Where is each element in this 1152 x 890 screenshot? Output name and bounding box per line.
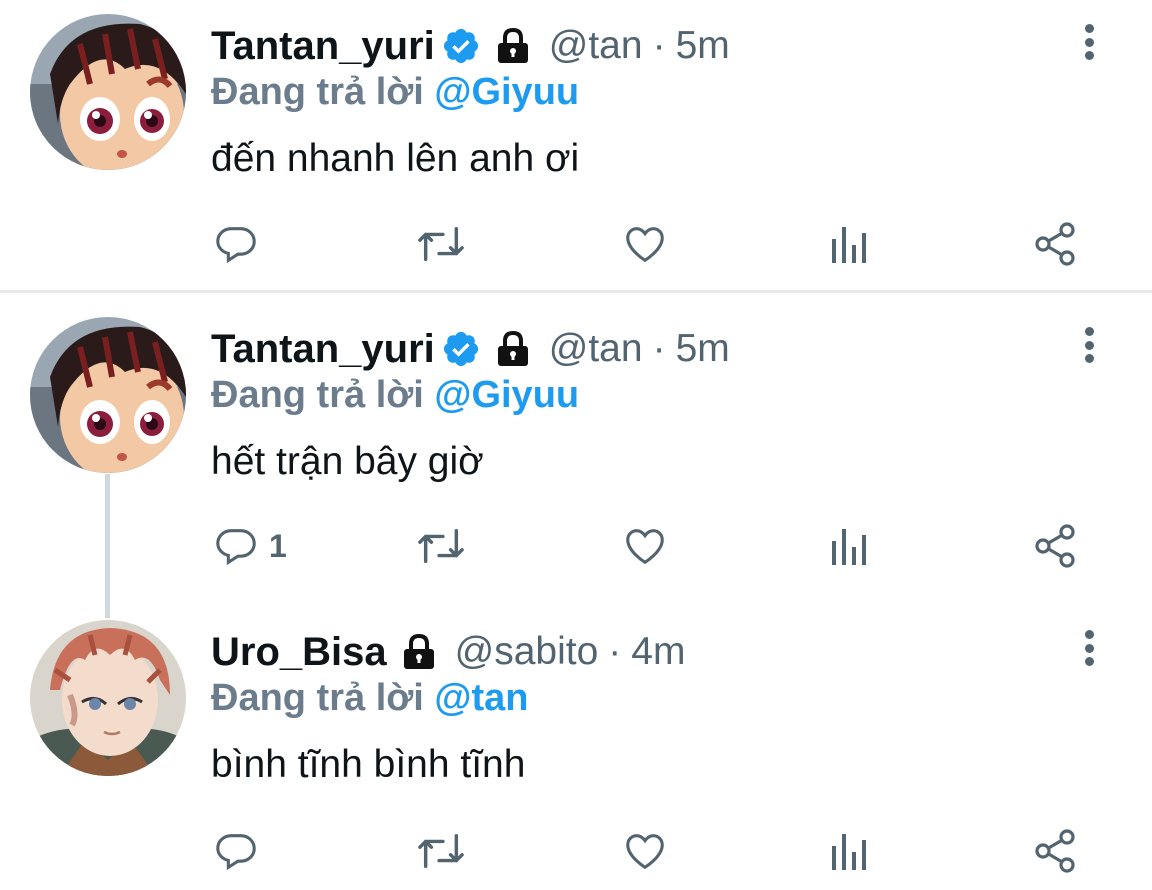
avatar[interactable] (30, 620, 186, 776)
action-bar (0, 216, 1152, 272)
views-button[interactable] (830, 518, 870, 574)
separator: · (652, 24, 666, 67)
handle: @sabito (454, 630, 599, 673)
reply-count: 1 (269, 527, 287, 564)
share-button[interactable] (1031, 216, 1079, 272)
action-bar (0, 823, 1152, 879)
more-options-icon[interactable] (1072, 20, 1106, 64)
avatar[interactable] (30, 317, 186, 473)
like-button[interactable] (622, 518, 668, 574)
like-button[interactable] (622, 823, 668, 879)
tweet-2[interactable]: Tantan_yuri @tan · 5m Đang trả lời @Giyu… (0, 303, 1152, 603)
reply-icon (213, 523, 259, 569)
retweet-icon (416, 828, 466, 874)
verified-badge-icon (441, 26, 481, 66)
separator: · (652, 327, 666, 370)
timestamp[interactable]: 5m (676, 24, 730, 68)
retweet-button[interactable] (416, 518, 466, 574)
separator: · (608, 630, 622, 673)
action-bar: 1 (0, 518, 1152, 574)
lock-icon (493, 329, 533, 369)
tweet-text: hết trận bây giờ (211, 440, 484, 483)
share-button[interactable] (1031, 823, 1079, 879)
replying-mention[interactable]: @Giyuu (434, 374, 579, 416)
display-name[interactable]: Tantan_yuri (211, 24, 435, 69)
tweet-text: đến nhanh lên anh ơi (211, 137, 580, 180)
views-icon (830, 828, 870, 874)
replying-to: Đang trả lời @tan (211, 677, 528, 720)
replying-mention[interactable]: @Giyuu (434, 71, 579, 113)
handle: @tan (548, 327, 643, 370)
views-button[interactable] (830, 216, 870, 272)
tweet-header: Tantan_yuri @tan · 5m (211, 22, 730, 70)
replying-prefix: Đang trả lời (211, 71, 424, 113)
views-icon (830, 523, 870, 569)
like-icon (622, 828, 668, 874)
more-options-icon[interactable] (1072, 626, 1106, 670)
avatar[interactable] (30, 14, 186, 170)
share-button[interactable] (1031, 518, 1079, 574)
replying-to: Đang trả lời @Giyuu (211, 374, 579, 417)
handle: @tan (548, 24, 643, 67)
lock-icon (493, 26, 533, 66)
more-options-icon[interactable] (1072, 323, 1106, 367)
like-icon (622, 523, 668, 569)
lock-icon (399, 632, 439, 672)
tweet-header: Uro_Bisa @sabito · 4m (211, 628, 685, 676)
divider (0, 290, 1152, 293)
display-name[interactable]: Tantan_yuri (211, 327, 435, 372)
share-icon (1031, 522, 1079, 570)
retweet-button[interactable] (416, 216, 466, 272)
share-icon (1031, 220, 1079, 268)
like-button[interactable] (622, 216, 668, 272)
views-icon (830, 221, 870, 267)
retweet-icon (416, 221, 466, 267)
timestamp[interactable]: 4m (631, 630, 685, 674)
share-icon (1031, 827, 1079, 875)
display-name[interactable]: Uro_Bisa (211, 630, 387, 675)
reply-button[interactable]: 1 (213, 518, 287, 574)
replying-to: Đang trả lời @Giyuu (211, 71, 579, 114)
retweet-icon (416, 523, 466, 569)
reply-icon (213, 828, 259, 874)
timestamp[interactable]: 5m (676, 327, 730, 371)
views-button[interactable] (830, 823, 870, 879)
retweet-button[interactable] (416, 823, 466, 879)
reply-icon (213, 221, 259, 267)
thread-connector (105, 474, 110, 618)
tweet-3[interactable]: Uro_Bisa @sabito · 4m Đang trả lời @tan … (0, 606, 1152, 890)
like-icon (622, 221, 668, 267)
replying-prefix: Đang trả lời (211, 677, 424, 719)
verified-badge-icon (441, 329, 481, 369)
replying-mention[interactable]: @tan (434, 677, 528, 719)
replying-prefix: Đang trả lời (211, 374, 424, 416)
tweet-header: Tantan_yuri @tan · 5m (211, 325, 730, 373)
tweet-text: bình tĩnh bình tĩnh (211, 743, 526, 786)
tweet-1[interactable]: Tantan_yuri @tan · 5m Đang trả lời @Giyu… (0, 0, 1152, 290)
reply-button[interactable] (213, 216, 269, 272)
reply-button[interactable] (213, 823, 269, 879)
